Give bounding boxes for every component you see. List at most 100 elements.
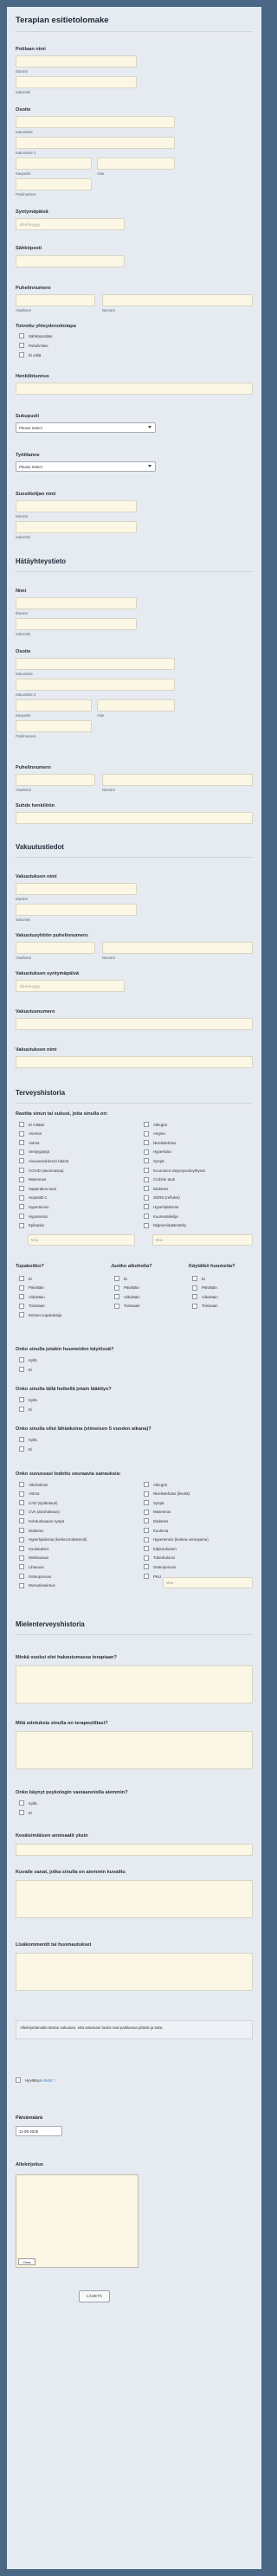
frequency-option[interactable]: Viikoittain (114, 1292, 140, 1301)
checkbox[interactable] (19, 1546, 24, 1552)
checkbox[interactable] (19, 1149, 24, 1155)
condition-option[interactable]: Hypotensio (19, 1212, 48, 1220)
checkbox[interactable] (144, 1528, 149, 1533)
condition-option[interactable]: Verityyppejä (19, 1148, 49, 1156)
checkbox[interactable] (144, 1546, 149, 1552)
frequency-option[interactable]: Entinen tupakoitsija (19, 1311, 61, 1319)
checkbox[interactable] (19, 1195, 24, 1201)
checkbox[interactable] (19, 1574, 24, 1579)
accept-terms[interactable]: Hyväksyn ehdot * (16, 2076, 55, 2084)
checkbox[interactable] (144, 1195, 149, 1201)
checkbox[interactable] (19, 1509, 24, 1515)
family-other-input[interactable]: Muu (163, 1577, 253, 1588)
family-option[interactable]: Lihavuus (19, 1562, 44, 1571)
insurance-number-phone-input[interactable] (102, 942, 253, 954)
insurance-number-input[interactable] (16, 1018, 253, 1030)
checkbox[interactable] (19, 1555, 24, 1561)
condition-option[interactable]: Hyperlipidemia (144, 1202, 178, 1211)
checkbox[interactable] (19, 1276, 24, 1281)
family-option[interactable]: Kohdunkaulan syöpä (19, 1517, 64, 1525)
mental-q2-textarea[interactable] (16, 1731, 253, 1769)
emergency-number-input[interactable] (102, 774, 253, 786)
date-input[interactable]: 11-05-2026 (16, 2126, 62, 2136)
checkbox[interactable] (144, 1536, 149, 1542)
family-option[interactable]: Kilpirauhanen (144, 1544, 177, 1553)
checkbox[interactable] (19, 1294, 24, 1300)
condition-option[interactable]: Diabetes (144, 1184, 168, 1193)
condition-option[interactable]: Ei mitään (19, 1120, 44, 1129)
checkbox[interactable] (144, 1158, 149, 1164)
terms-link[interactable]: ehdot (42, 2078, 52, 2083)
family-option[interactable]: Syöpä (144, 1498, 164, 1507)
family-option[interactable]: CVA (aivohalvaus) (19, 1508, 60, 1517)
checkbox[interactable] (19, 1222, 24, 1228)
emergency-first-input[interactable] (16, 597, 137, 609)
checkbox[interactable] (144, 1140, 149, 1146)
checkbox[interactable] (19, 1367, 24, 1372)
checkbox[interactable] (192, 1303, 197, 1309)
condition-option[interactable]: Hypertensio (19, 1202, 48, 1211)
frequency-option[interactable]: Viikoittain (19, 1292, 45, 1301)
condition-option[interactable]: Hyperkolia (144, 1148, 171, 1156)
frequency-option[interactable]: Ei (114, 1274, 127, 1283)
checkbox[interactable] (19, 1312, 24, 1318)
checkbox[interactable] (19, 1491, 24, 1497)
checkbox[interactable] (19, 1130, 24, 1137)
family-option[interactable]: Kuolema (144, 1526, 168, 1535)
frequency-option[interactable]: Ei (192, 1274, 205, 1283)
condition-option[interactable]: Allergiat (144, 1120, 167, 1129)
medication-no[interactable]: Ei (19, 1405, 32, 1414)
checkbox[interactable] (144, 1564, 149, 1570)
emergency-region-input[interactable] (97, 699, 175, 712)
frequency-option[interactable]: Päivittäin (19, 1284, 44, 1292)
checkbox[interactable] (144, 1204, 149, 1210)
family-option[interactable]: Hypertensio (korkea verenpaine) (144, 1536, 209, 1544)
contact-option[interactable]: Ei väliä (19, 351, 41, 359)
insurance-company-input[interactable] (16, 1056, 253, 1068)
checkbox[interactable] (144, 1222, 149, 1228)
checkbox[interactable] (144, 1122, 149, 1127)
family-option[interactable]: Tuberkuloosi (144, 1554, 175, 1562)
family-option[interactable]: Diabetes (144, 1517, 168, 1525)
mental-q3-yes[interactable]: Kyllä (19, 1799, 37, 1807)
conditions-other-right-input[interactable]: Muu (152, 1234, 253, 1246)
checkbox[interactable] (19, 1482, 24, 1487)
recent-yes[interactable]: Kyllä (19, 1435, 37, 1444)
condition-option[interactable]: Hepatiitti C (19, 1194, 47, 1202)
checkbox[interactable] (19, 1582, 24, 1588)
checkbox[interactable] (19, 1140, 24, 1146)
referrer-last-input[interactable] (16, 521, 137, 533)
condition-option[interactable]: Epilepsia (19, 1221, 44, 1230)
condition-option[interactable]: Migreeni/päänsärky (144, 1221, 186, 1230)
family-option[interactable]: Osteoporoosi (19, 1572, 51, 1581)
checkbox[interactable] (19, 333, 24, 338)
checkbox[interactable] (144, 1130, 149, 1137)
street2-input[interactable] (16, 137, 175, 149)
checkbox[interactable] (19, 1810, 24, 1815)
checkbox[interactable] (19, 1800, 24, 1806)
checkbox[interactable] (144, 1574, 149, 1579)
condition-option[interactable]: Angina (144, 1130, 165, 1138)
checkbox[interactable] (19, 1186, 24, 1192)
checkbox[interactable] (114, 1276, 119, 1281)
condition-option[interactable]: Astma (19, 1138, 39, 1147)
family-option[interactable]: Astma (19, 1490, 39, 1498)
checkbox[interactable] (144, 1168, 149, 1173)
checkbox[interactable] (144, 1491, 149, 1497)
frequency-option[interactable]: Viikoittain (192, 1292, 218, 1301)
checkbox[interactable] (192, 1294, 197, 1300)
condition-option[interactable]: GERD (refluksi) (144, 1194, 180, 1202)
family-option[interactable]: Hyperlipidemia (korkea kolesteroli) (19, 1536, 87, 1544)
family-option[interactable]: Alkoholismi (19, 1480, 48, 1489)
mental-q6-textarea[interactable] (16, 1953, 253, 1991)
street-input[interactable] (16, 116, 175, 128)
frequency-option[interactable]: Toisinaan (114, 1302, 140, 1311)
emergency-zip-input[interactable] (16, 720, 92, 732)
frequency-option[interactable]: Ei (19, 1274, 32, 1283)
emergency-street-input[interactable] (16, 658, 175, 670)
mental-q5-textarea[interactable] (16, 1880, 253, 1918)
dob-input[interactable]: dd-mm-yyyy (16, 218, 125, 230)
checkbox[interactable] (19, 1214, 24, 1219)
condition-option[interactable]: Anemia (19, 1130, 42, 1138)
checkbox[interactable] (114, 1303, 119, 1309)
